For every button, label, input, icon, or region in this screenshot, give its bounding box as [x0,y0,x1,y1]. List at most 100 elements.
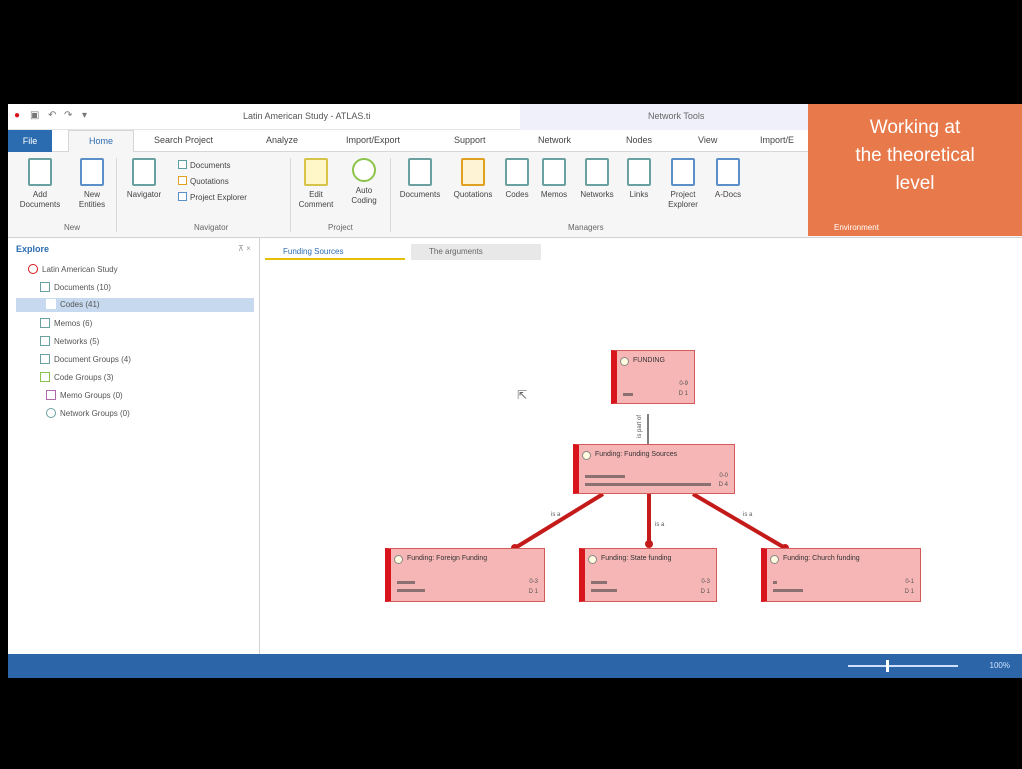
customize-icon[interactable]: ▾ [82,110,87,121]
edit-comment-button[interactable]: Edit Comment [294,158,338,210]
save-icon[interactable]: ▣ [30,110,39,121]
document-groups-icon [40,354,50,364]
codes-icon [46,299,56,309]
comment-icon [304,158,328,186]
tab-analyze[interactable]: Analyze [266,135,298,145]
density-bar [397,589,425,592]
tab-nodes[interactable]: Nodes [626,135,652,145]
quotations-manager-icon [461,158,485,186]
divider [116,158,117,232]
tab-search-project[interactable]: Search Project [154,135,213,145]
pin-icon[interactable]: ⊼ × [238,244,251,253]
quotations-manager-button[interactable]: Quotations [448,158,498,200]
memos-manager-button[interactable]: Memos [536,158,572,200]
navigator-button[interactable]: Navigator [120,158,168,200]
networks-icon [40,336,50,346]
group-navigator: Navigator [194,223,229,232]
groundedness-bar [591,581,607,584]
tree-item-label: Network Groups (0) [60,409,130,418]
code-icon [620,357,629,366]
documents-small-button[interactable]: Documents [178,160,230,170]
arrow-head [645,540,653,548]
documents-manager-icon [408,158,432,186]
zoom-level: 100% [989,661,1010,670]
project-explorer-button[interactable]: Project Explorer [660,158,706,210]
tree-item-code-groups[interactable]: Code Groups (3) [40,372,114,382]
tree-item-label: Memo Groups (0) [60,391,123,400]
document-icon [178,160,187,169]
code-groups-icon [40,372,50,382]
memos-icon [40,318,50,328]
mouse-cursor-icon: ⇱ [517,388,528,402]
tree-item-label: Document Groups (4) [54,355,131,364]
node-label: Funding: Church funding [783,555,860,562]
callout-line-3: level [895,173,935,194]
tree-item-label: Networks (5) [54,337,100,346]
tab-support[interactable]: Support [454,135,486,145]
tab-import-export-2[interactable]: Import/E [760,135,794,145]
node-groundedness: 0-1 [905,579,914,585]
quotations-small-button[interactable]: Quotations [178,176,229,186]
project-explorer-small-button[interactable]: Project Explorer [178,192,247,202]
divider [290,158,291,232]
a-docs-label: A-Docs [714,190,742,199]
auto-coding-icon [352,158,376,182]
links-manager-button[interactable]: Links [622,158,656,200]
add-document-icon [28,158,52,186]
tree-root[interactable]: Latin American Study [28,264,118,274]
new-entities-button[interactable]: New Entities [72,158,112,210]
codes-manager-label: Codes [505,190,529,199]
node-groundedness: 0-3 [529,579,538,585]
node-foreign-funding[interactable]: Funding: Foreign Funding 0-3 D 1 [385,548,545,602]
quotations-manager-label: Quotations [453,190,493,199]
codes-manager-button[interactable]: Codes [500,158,534,200]
memo-groups-icon [46,390,56,400]
explorer-title: Explore [16,244,50,254]
node-state-funding[interactable]: Funding: State funding 0-3 D 1 [579,548,717,602]
quotation-icon [178,176,187,185]
overlay-callout: Working at the theoretical level [808,104,1022,236]
density-bar [773,589,803,592]
tree-item-label: Documents (10) [54,283,111,292]
undo-icon[interactable]: ↶ [48,110,56,121]
tree-item-memo-groups[interactable]: Memo Groups (0) [46,390,123,400]
memos-manager-icon [542,158,566,186]
status-bar: 100% [8,654,1022,678]
groundedness-bar [773,581,777,584]
tab-home[interactable]: Home [68,130,134,153]
tab-file[interactable]: File [8,130,52,152]
window-title: Latin American Study - ATLAS.ti [243,111,371,121]
auto-coding-button[interactable]: Auto Coding [342,158,386,206]
tab-view[interactable]: View [698,135,717,145]
code-icon [770,555,779,564]
tree-item-document-groups[interactable]: Document Groups (4) [40,354,131,364]
tree-item-codes[interactable]: Codes (41) [16,298,254,312]
redo-icon[interactable]: ↷ [64,110,72,121]
tab-import-export[interactable]: Import/Export [346,135,400,145]
network-editor[interactable]: Funding Sources The arguments is part of… [261,238,1022,654]
edge-label: is a [551,512,561,518]
add-documents-button[interactable]: Add Documents [14,158,66,210]
tree-item-memos[interactable]: Memos (6) [40,318,92,328]
documents-manager-button[interactable]: Documents [394,158,446,200]
networks-manager-label: Networks [580,190,614,199]
project-explorer-panel: Explore ⊼ × Latin American Study Documen… [8,238,260,654]
tree-item-label: Memos (6) [54,319,93,328]
auto-coding-label: Auto Coding [351,186,377,205]
tree-item-networks[interactable]: Networks (5) [40,336,99,346]
node-density: D 1 [678,391,688,397]
node-funding-sources[interactable]: Funding: Funding Sources 0-0 D 4 [573,444,735,494]
tab-network[interactable]: Network [538,135,571,145]
networks-manager-button[interactable]: Networks [574,158,620,200]
code-icon [588,555,597,564]
quotations-small-label: Quotations [190,177,229,186]
a-docs-button[interactable]: A-Docs [708,158,748,200]
zoom-slider[interactable] [848,665,958,667]
node-funding[interactable]: FUNDING 0-9 D 1 [611,350,695,404]
tree-item-documents[interactable]: Documents (10) [40,282,111,292]
node-church-funding[interactable]: Funding: Church funding 0-1 D 1 [761,548,921,602]
links-manager-label: Links [629,190,649,199]
zoom-slider-thumb[interactable] [886,660,889,672]
tree-item-network-groups[interactable]: Network Groups (0) [46,408,130,418]
navigator-icon [132,158,156,186]
